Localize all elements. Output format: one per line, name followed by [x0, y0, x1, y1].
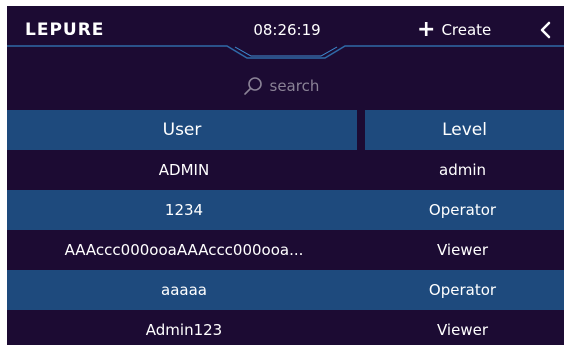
- create-button[interactable]: + Create: [417, 17, 491, 43]
- user-cell: Admin123: [145, 321, 223, 339]
- level-cell: Viewer: [437, 321, 488, 339]
- table-row[interactable]: aaaaa Operator: [7, 270, 564, 310]
- column-header-level[interactable]: Level: [365, 110, 564, 150]
- table-row[interactable]: Admin123 Viewer: [7, 310, 564, 345]
- create-label: Create: [441, 21, 492, 39]
- level-cell: Operator: [428, 281, 497, 299]
- search-box[interactable]: [242, 76, 330, 96]
- column-header-user[interactable]: User: [7, 110, 357, 150]
- clock-time: 08:26:19: [253, 21, 321, 39]
- search-input[interactable]: [269, 77, 330, 95]
- user-cell: aaaaa: [161, 281, 207, 299]
- chevron-left-icon: [540, 21, 551, 39]
- user-management-screen: LEPURE 08:26:19 + Create User Level ADMI…: [7, 6, 564, 345]
- search-row: [7, 68, 564, 104]
- user-cell: AAAccc000ooaAAAccc000ooa...: [64, 241, 304, 259]
- table-row[interactable]: ADMIN admin: [7, 150, 564, 190]
- user-table: User Level ADMIN admin 1234 Operator AAA…: [7, 110, 564, 345]
- table-row[interactable]: 1234 Operator: [7, 190, 564, 230]
- back-button[interactable]: [533, 18, 557, 42]
- table-header: User Level: [7, 110, 564, 150]
- user-cell: ADMIN: [158, 161, 210, 179]
- plus-icon: +: [417, 17, 436, 42]
- search-icon: [243, 77, 262, 95]
- user-cell: 1234: [164, 201, 204, 219]
- top-bar: LEPURE 08:26:19 + Create: [7, 6, 564, 59]
- level-cell: admin: [439, 161, 486, 179]
- level-cell: Viewer: [437, 241, 488, 259]
- table-row[interactable]: AAAccc000ooaAAAccc000ooa... Viewer: [7, 230, 564, 270]
- level-cell: Operator: [428, 201, 497, 219]
- brand-logo: LEPURE: [25, 20, 105, 40]
